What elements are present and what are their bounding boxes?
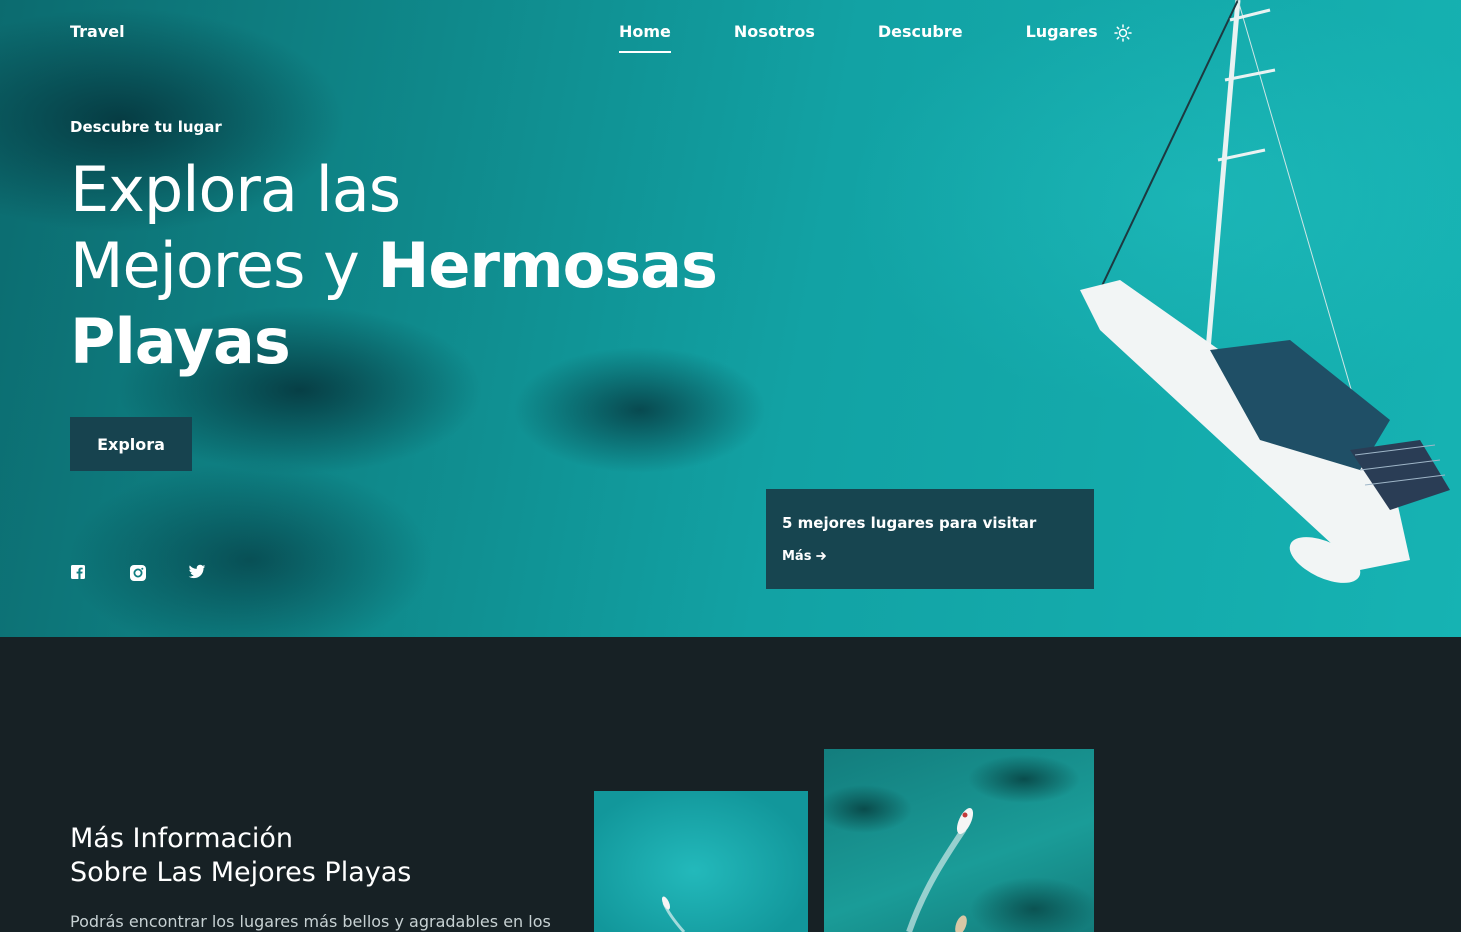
beach-image-2 (824, 749, 1094, 932)
info-title: Más Información Sobre Las Mejores Playas (70, 822, 411, 890)
sun-icon[interactable] (1113, 24, 1132, 42)
info-description: Podrás encontrar los lugares más bellos … (70, 912, 551, 931)
facebook-icon[interactable] (70, 564, 88, 582)
hero-title-line2-bold: Hermosas (377, 229, 717, 302)
hero-title-line3: Playas (70, 305, 291, 378)
hero-subtitle: Descubre tu lugar (70, 118, 222, 136)
hero-section: Travel Home Nosotros Descubre Lugares De… (0, 0, 1461, 637)
nav-item-lugares[interactable]: Lugares (1026, 22, 1098, 53)
nav-item-home[interactable]: Home (619, 22, 671, 53)
top-nav: Travel Home Nosotros Descubre Lugares (70, 22, 1461, 58)
nav-item-descubre[interactable]: Descubre (878, 22, 963, 53)
info-title-line1: Más Información (70, 823, 294, 854)
featured-card-title: 5 mejores lugares para visitar (782, 514, 1037, 532)
site-logo[interactable]: Travel (70, 22, 125, 41)
more-link-label: Más (782, 549, 812, 564)
social-links (70, 564, 247, 582)
info-title-line2: Sobre Las Mejores Playas (70, 857, 412, 888)
instagram-icon[interactable] (129, 564, 147, 582)
twitter-icon[interactable] (188, 564, 206, 582)
featured-card-more-link[interactable]: Más (782, 549, 827, 564)
hero-title-line1: Explora las (70, 153, 401, 226)
beach-image-1 (594, 791, 808, 932)
featured-card[interactable]: 5 mejores lugares para visitar Más (766, 489, 1094, 589)
hero-title-line2-light: Mejores y (70, 229, 378, 302)
nav-menu: Home Nosotros Descubre Lugares (619, 22, 1132, 53)
explora-button[interactable]: Explora (70, 417, 192, 471)
nav-item-nosotros[interactable]: Nosotros (734, 22, 815, 53)
hero-title: Explora las Mejores y Hermosas Playas (70, 152, 718, 380)
sailboat-image (1080, 0, 1450, 583)
arrow-right-icon (816, 549, 827, 564)
